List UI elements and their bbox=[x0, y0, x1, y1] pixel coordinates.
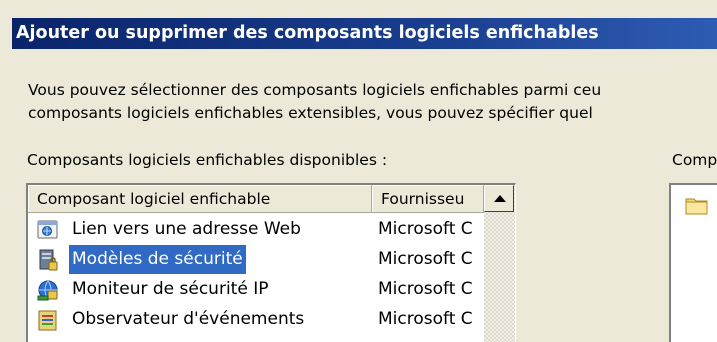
security-templates-icon bbox=[36, 248, 60, 272]
ip-security-monitor-icon bbox=[36, 278, 60, 302]
dialog-title-bar: Ajouter ou supprimer des composants logi… bbox=[12, 18, 717, 49]
list-item[interactable]: Lien vers une adresse Web Microsoft C bbox=[28, 215, 484, 244]
web-link-icon bbox=[36, 218, 60, 242]
description-line-2: composants logiciels enfichables extensi… bbox=[28, 104, 593, 122]
available-snapins-list[interactable]: Composant logiciel enfichable Fournisseu… bbox=[26, 183, 516, 342]
event-viewer-icon bbox=[36, 308, 60, 332]
list-item[interactable]: Moniteur de sécurité IP Microsoft C bbox=[28, 275, 484, 304]
list-item[interactable]: Observateur d'événements Microsoft C bbox=[28, 305, 484, 334]
snapin-provider: Microsoft C bbox=[378, 279, 473, 299]
snapin-name: Modèles de sécurité bbox=[69, 245, 246, 274]
selected-snapins-label: Comp bbox=[672, 151, 717, 169]
scroll-up-button[interactable] bbox=[484, 185, 514, 212]
snapin-provider: Microsoft C bbox=[378, 219, 473, 239]
snapin-provider: Microsoft C bbox=[378, 249, 473, 269]
vertical-scrollbar[interactable] bbox=[484, 185, 515, 342]
snapin-name: Moniteur de sécurité IP bbox=[72, 279, 269, 299]
column-header-provider[interactable]: Fournisseu bbox=[372, 185, 484, 213]
column-header-snapin[interactable]: Composant logiciel enfichable bbox=[28, 185, 372, 213]
list-header: Composant logiciel enfichable Fournisseu bbox=[28, 185, 515, 213]
selected-snapins-list[interactable] bbox=[669, 183, 717, 342]
available-snapins-label: Composants logiciels enfichables disponi… bbox=[27, 151, 388, 169]
description-line-1: Vous pouvez sélectionner des composants … bbox=[28, 81, 602, 99]
dialog-title: Ajouter ou supprimer des composants logi… bbox=[16, 23, 599, 43]
snapin-name: Observateur d'événements bbox=[72, 309, 305, 329]
snapin-provider: Microsoft C bbox=[378, 309, 473, 329]
folder-icon bbox=[685, 195, 709, 219]
dialog-description: Vous pouvez sélectionner des composants … bbox=[28, 79, 717, 125]
snapin-name: Lien vers une adresse Web bbox=[72, 219, 301, 239]
list-item[interactable]: Modèles de sécurité Microsoft C bbox=[28, 245, 484, 274]
arrow-up-icon bbox=[494, 195, 506, 202]
